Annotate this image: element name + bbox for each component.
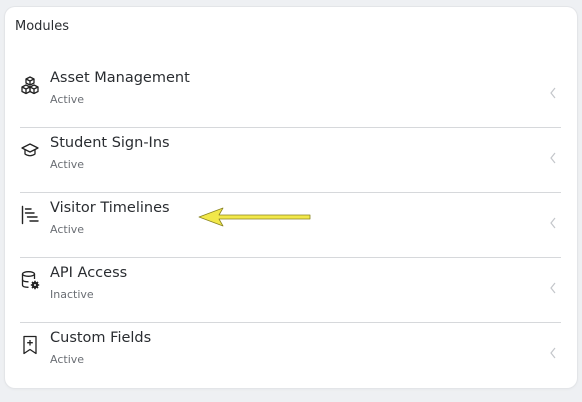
cubes-icon (20, 75, 40, 95)
module-name: Student Sign-Ins (50, 135, 170, 151)
chevron-left-icon[interactable] (549, 152, 557, 164)
module-item-asset-management[interactable]: Asset Management Active (20, 63, 561, 128)
annotation-arrow (198, 207, 311, 227)
chevron-left-icon[interactable] (549, 347, 557, 359)
module-item-api-access[interactable]: API Access Inactive (20, 258, 561, 323)
module-status: Inactive (50, 288, 94, 301)
modules-card: Modules Asset Management Active Student … (5, 7, 577, 388)
card-title: Modules (15, 19, 70, 34)
module-item-custom-fields[interactable]: Custom Fields Active (20, 323, 561, 387)
timeline-icon (20, 205, 40, 225)
module-name: Custom Fields (50, 330, 152, 346)
chevron-left-icon[interactable] (549, 87, 557, 99)
bookmark-plus-icon (20, 335, 40, 355)
module-name: Visitor Timelines (50, 200, 170, 216)
module-status: Active (50, 93, 85, 106)
module-status: Active (50, 353, 85, 366)
module-status: Active (50, 158, 85, 171)
chevron-left-icon[interactable] (549, 282, 557, 294)
module-name: Asset Management (50, 70, 190, 86)
module-status: Active (50, 223, 85, 236)
graduation-cap-icon (20, 140, 40, 160)
database-gear-icon (20, 270, 40, 290)
module-name: API Access (50, 265, 128, 281)
module-item-student-sign-ins[interactable]: Student Sign-Ins Active (20, 128, 561, 193)
chevron-left-icon[interactable] (549, 217, 557, 229)
